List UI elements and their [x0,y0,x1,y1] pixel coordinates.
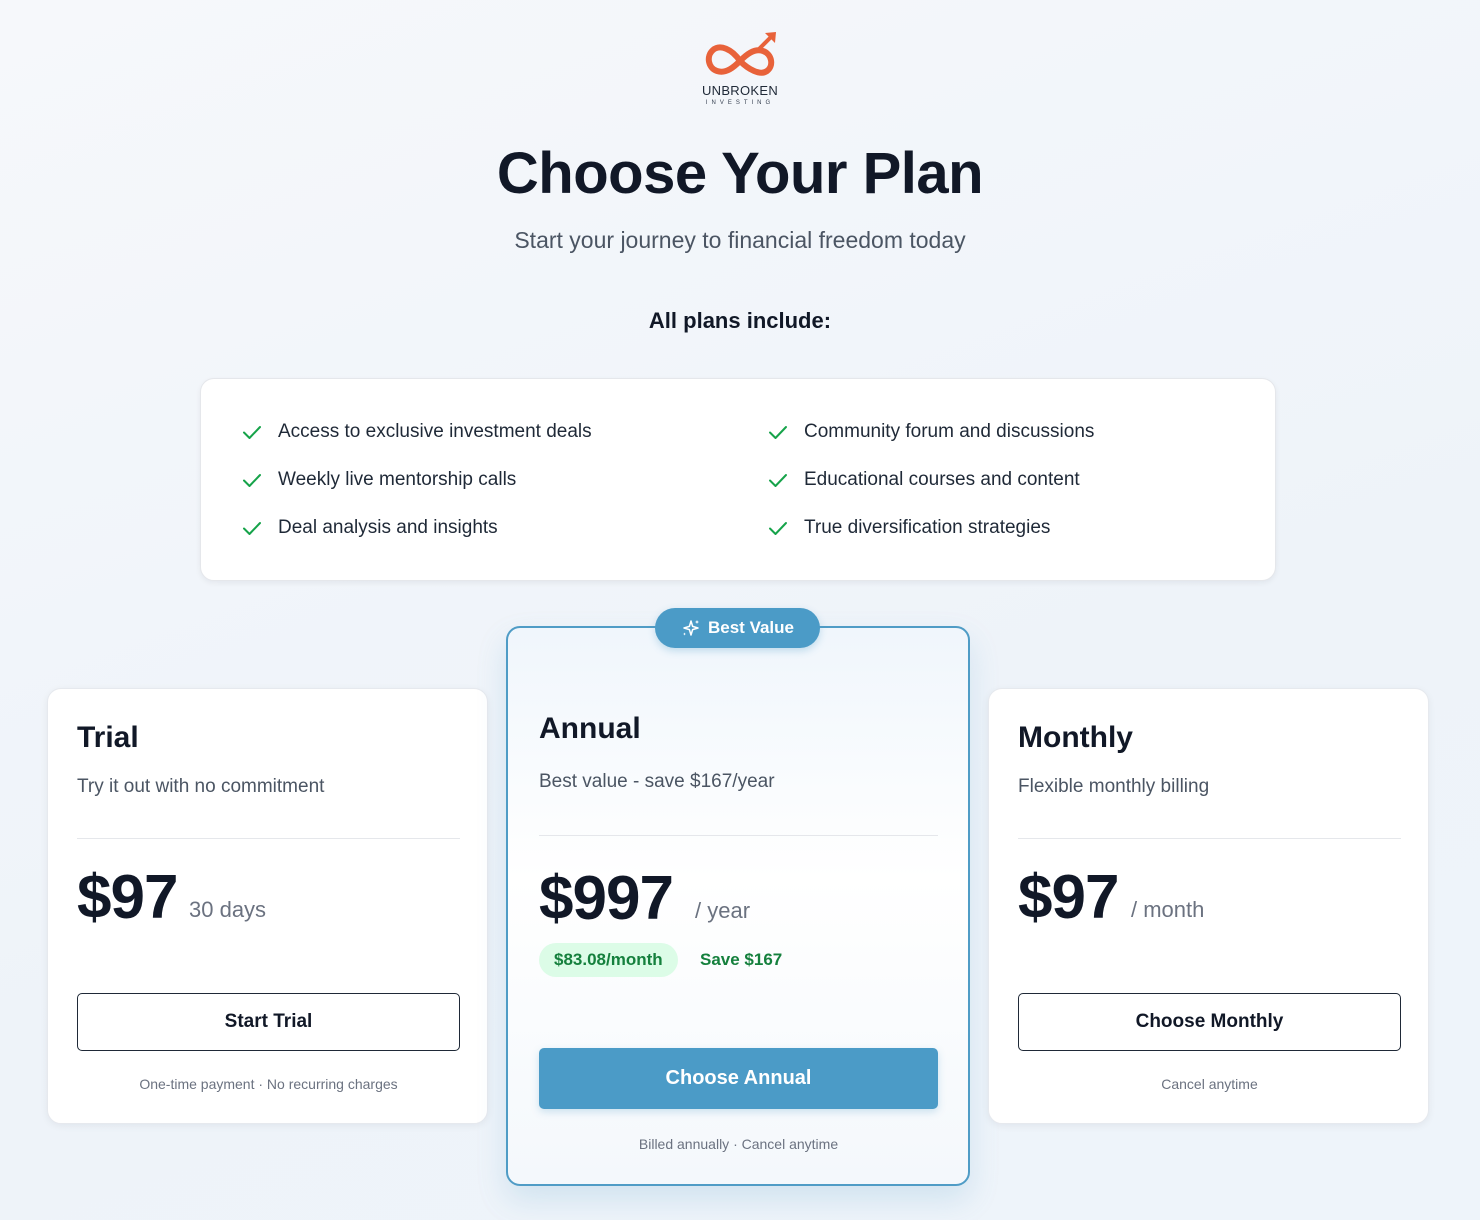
feature-item: Access to exclusive investment deals [241,417,592,447]
feature-item: Educational courses and content [767,465,1080,495]
best-value-badge: Best Value [655,608,820,648]
sparkle-icon [683,620,699,636]
plan-period: 30 days [189,897,267,922]
plan-price: $97 [1018,863,1119,932]
page-title: Choose Your Plan [496,141,984,206]
check-icon [769,522,787,535]
plan-price: $997 [539,864,674,933]
check-icon [769,426,787,439]
check-icon [243,474,261,487]
plan-period: / month [1131,897,1205,922]
plan-description: Best value - save $167/year [539,771,775,792]
plan-description: Flexible monthly billing [1018,776,1210,797]
feature-label: Deal analysis and insights [278,517,498,538]
feature-label: True diversification strategies [804,517,1051,538]
brand-logo: UNBROKEN INVESTING [690,28,790,112]
brand-name: UNBROKEN [701,83,779,98]
plan-card-trial: Trial Try it out with no commitment $97 … [47,688,488,1124]
includes-title: All plans include: [648,308,832,333]
plan-note: Billed annually · Cancel anytime [638,1136,839,1152]
plan-note: Cancel anytime [1161,1076,1258,1092]
monthly-equivalent-badge: $83.08/month [539,943,678,977]
feature-item: Weekly live mentorship calls [241,465,516,495]
savings-label: Save $167 [700,950,783,969]
feature-label: Weekly live mentorship calls [278,469,517,490]
brand-tagline: INVESTING [705,100,775,106]
feature-item: Deal analysis and insights [241,513,498,543]
feature-label: Access to exclusive investment deals [278,421,592,442]
plan-note: One-time payment · No recurring charges [139,1076,398,1092]
plan-price: $97 [77,863,178,932]
divider [1018,838,1401,839]
check-icon [243,426,261,439]
feature-label: Educational courses and content [804,469,1080,490]
choose-annual-button[interactable]: Choose Annual [539,1048,938,1109]
plan-name: Monthly [1018,721,1133,754]
feature-label: Community forum and discussions [804,421,1095,442]
feature-item: Community forum and discussions [767,417,1094,447]
features-card: Access to exclusive investment deals Wee… [200,378,1276,581]
plan-period: / year [695,898,751,923]
feature-item: True diversification strategies [767,513,1050,543]
divider [77,838,460,839]
plan-name: Trial [77,721,139,754]
plan-card-monthly: Monthly Flexible monthly billing $97 / m… [988,688,1429,1124]
choose-monthly-button[interactable]: Choose Monthly [1018,993,1401,1051]
divider [539,835,938,836]
check-icon [769,474,787,487]
plan-name: Annual [539,712,641,745]
page-subtitle: Start your journey to financial freedom … [514,227,966,253]
plan-description: Try it out with no commitment [77,776,325,797]
plan-card-annual: Annual Best value - save $167/year $997 … [506,626,970,1186]
infinity-arrow-icon [705,32,776,76]
best-value-label: Best Value [708,618,794,637]
check-icon [243,522,261,535]
start-trial-button[interactable]: Start Trial [77,993,460,1051]
